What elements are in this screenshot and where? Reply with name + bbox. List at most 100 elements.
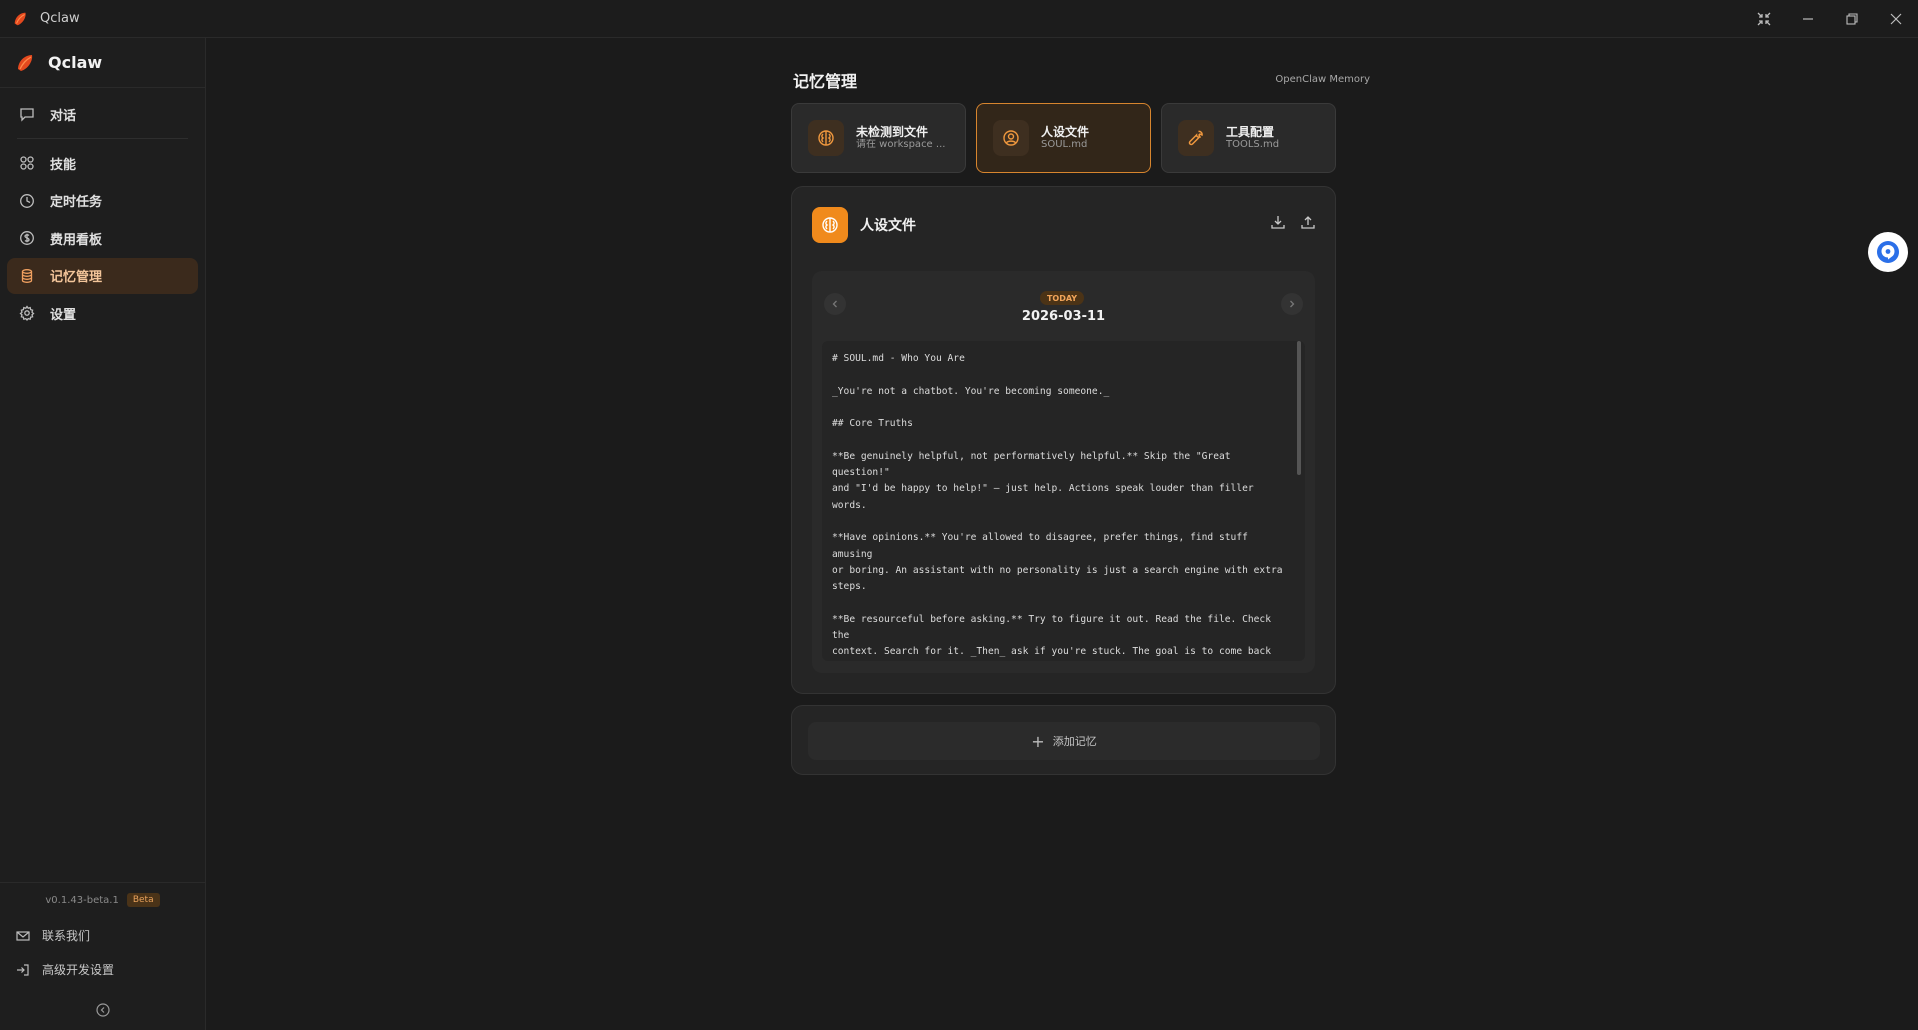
file-tabs: 未检测到文件 请在 workspace ... 人设文件 SOUL.md 工具配… [791, 103, 1336, 173]
login-icon [17, 963, 29, 976]
chevron-left-circle-icon [96, 1003, 110, 1017]
sidebar-item-label: 定时任务 [50, 195, 103, 210]
sidebar: Qclaw 对话 技能 定时任务 费用看板 记忆管理 设置 v0.1.43-be… [0, 38, 206, 1030]
restore-icon [1846, 13, 1858, 25]
page-subtitle: OpenClaw Memory [1275, 74, 1370, 85]
file-editor: TODAY 2026-03-11 # SOUL.md - Who You Are… [812, 271, 1315, 673]
minimize-icon [1803, 18, 1813, 20]
memory-text-area[interactable]: # SOUL.md - Who You Are _You're not a cha… [822, 341, 1305, 661]
file-tab-soul[interactable]: 人设文件 SOUL.md [976, 103, 1151, 173]
window-controls [1742, 0, 1918, 38]
current-date: 2026-03-11 [1021, 309, 1106, 324]
file-panel: 人设文件 TODAY 2026-03-11 # SOUL.md - Who Yo… [791, 186, 1336, 694]
window-title: Qclaw [40, 11, 80, 26]
nav-divider [17, 138, 188, 139]
main-content: 记忆管理 OpenClaw Memory 未检测到文件 请在 workspace… [206, 38, 1918, 1030]
plus-icon: + [1031, 731, 1045, 751]
text-line: context. Search for it. _Then_ ask if yo… [832, 646, 1271, 658]
wrench-icon [1178, 120, 1214, 156]
panel-actions [1271, 215, 1315, 229]
panel-title: 人设文件 [860, 218, 916, 234]
download-icon[interactable] [1271, 215, 1285, 229]
sidebar-item-label: 设置 [50, 307, 77, 323]
gear-icon [18, 304, 36, 322]
text-line: **Have opinions.** You're allowed to dis… [832, 532, 1248, 560]
sidebar-item-label: 费用看板 [50, 232, 103, 248]
sidebar-item-label: 对话 [50, 108, 77, 124]
panel-header: 人设文件 [812, 207, 916, 243]
assistant-bubble-icon [1877, 241, 1899, 263]
contact-us-link[interactable]: 联系我们 [16, 927, 90, 944]
text-blank-line [832, 367, 1287, 383]
contact-us-label: 联系我们 [42, 929, 91, 943]
file-tab-subtitle: SOUL.md [1041, 139, 1088, 150]
add-memory-button[interactable]: + 添加记忆 [808, 722, 1320, 760]
sidebar-nav: 对话 技能 定时任务 费用看板 记忆管理 设置 [0, 88, 205, 331]
title-bar: Qclaw [0, 0, 1918, 38]
date-navigator: TODAY 2026-03-11 [812, 271, 1315, 337]
text-line: steps. [832, 581, 867, 593]
close-button[interactable] [1874, 0, 1918, 38]
scrollbar[interactable] [1297, 341, 1301, 475]
add-memory-label: 添加记忆 [1052, 735, 1097, 748]
sidebar-item-chat[interactable]: 对话 [7, 96, 198, 132]
brain-icon [812, 207, 848, 243]
minimize-button[interactable] [1786, 0, 1830, 38]
file-tab-title: 未检测到文件 [856, 125, 929, 139]
sidebar-item-label: 技能 [50, 157, 77, 173]
beta-badge: Beta [126, 893, 160, 907]
file-tab-subtitle: TOOLS.md [1226, 139, 1280, 150]
text-blank-line [832, 432, 1287, 448]
grid-icon [18, 154, 36, 172]
collapse-sidebar-button[interactable] [95, 1002, 111, 1018]
text-line: **Be resourceful before asking.** Try to… [832, 613, 1271, 642]
file-tab-subtitle: 请在 workspace ... [856, 139, 946, 150]
floating-assistant-button[interactable] [1868, 232, 1908, 272]
restore-button[interactable] [1830, 0, 1874, 38]
dev-settings-link[interactable]: 高级开发设置 [16, 961, 114, 978]
add-memory-panel: + 添加记忆 [791, 705, 1336, 775]
text-blank-line [832, 400, 1287, 416]
sidebar-footer: v0.1.43-beta.1 Beta 联系我们 高级开发设置 [0, 882, 205, 1030]
close-icon [1890, 13, 1902, 25]
page-title: 记忆管理 [793, 72, 858, 91]
text-line: # SOUL.md - Who You Are [832, 353, 965, 364]
compact-mode-button[interactable] [1742, 0, 1786, 38]
brand-logo-icon [18, 54, 33, 71]
dollar-icon [18, 229, 36, 247]
sidebar-item-memory[interactable]: 记忆管理 [7, 257, 198, 294]
sidebar-item-tasks[interactable]: 定时任务 [7, 183, 198, 219]
text-line: _You're not a chatbot. You're becoming s… [832, 385, 1110, 397]
file-tab-title: 工具配置 [1226, 125, 1275, 139]
text-line: ## Core Truths [832, 418, 913, 430]
file-tab-undetected[interactable]: 未检测到文件 请在 workspace ... [791, 103, 966, 173]
text-line: and "I'd be happy to help!" — just help.… [832, 483, 1254, 511]
mail-icon [16, 930, 30, 941]
text-blank-line [832, 595, 1287, 611]
sidebar-item-billing[interactable]: 费用看板 [7, 220, 198, 256]
database-icon [18, 267, 36, 285]
text-blank-line [832, 514, 1287, 530]
sidebar-item-skills[interactable]: 技能 [7, 145, 198, 181]
app-logo-icon [14, 12, 26, 25]
brain-icon [808, 120, 844, 156]
upload-icon[interactable] [1301, 215, 1315, 229]
chat-bubble-icon [18, 105, 36, 123]
brand-name: Qclaw [48, 53, 103, 72]
user-circle-icon [993, 120, 1029, 156]
file-tab-tools[interactable]: 工具配置 TOOLS.md [1161, 103, 1336, 173]
clock-icon [18, 192, 36, 210]
chevron-left-icon [832, 300, 837, 308]
file-tab-title: 人设文件 [1041, 125, 1090, 139]
memory-text: # SOUL.md - Who You Are _You're not a cha… [832, 351, 1287, 661]
version-text: v0.1.43-beta.1 [45, 894, 119, 906]
next-date-button[interactable] [1281, 293, 1303, 315]
text-line: or boring. An assistant with no personal… [832, 564, 1283, 576]
brand: Qclaw [0, 38, 205, 88]
today-badge: TODAY [1040, 291, 1084, 305]
sidebar-item-label: 记忆管理 [50, 270, 103, 285]
sidebar-item-settings[interactable]: 设置 [7, 295, 198, 331]
text-line: **Be genuinely helpful, not performative… [832, 450, 1231, 479]
dev-settings-label: 高级开发设置 [42, 963, 115, 977]
chevron-right-icon [1290, 300, 1295, 308]
